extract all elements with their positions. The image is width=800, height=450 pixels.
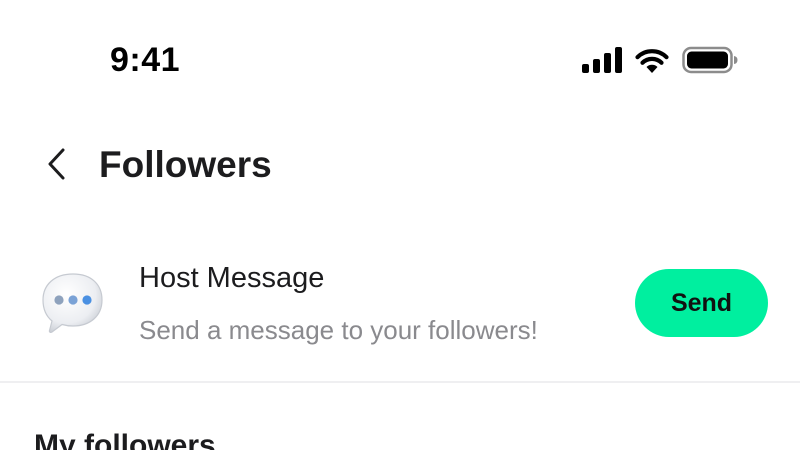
signal-icon bbox=[582, 47, 622, 73]
host-message-row: Host Message Send a message to your foll… bbox=[0, 248, 800, 358]
back-button[interactable] bbox=[36, 144, 76, 188]
send-button[interactable]: Send bbox=[635, 269, 768, 337]
header: Followers bbox=[0, 130, 800, 200]
host-message-title: Host Message bbox=[139, 262, 325, 294]
chat-bubble-icon bbox=[38, 268, 108, 338]
chevron-left-icon bbox=[45, 147, 67, 186]
status-icons bbox=[582, 44, 738, 76]
section-title-my-followers: My followers bbox=[34, 429, 216, 450]
divider bbox=[0, 381, 800, 383]
page-title: Followers bbox=[99, 144, 272, 185]
battery-icon bbox=[682, 46, 738, 74]
status-time: 9:41 bbox=[110, 41, 181, 79]
status-bar: 9:41 bbox=[0, 0, 800, 110]
followers-screen: 9:41 Followers Host Message Send a messa… bbox=[0, 0, 800, 450]
host-message-subtitle: Send a message to your followers! bbox=[139, 315, 538, 345]
wifi-icon bbox=[634, 46, 670, 74]
